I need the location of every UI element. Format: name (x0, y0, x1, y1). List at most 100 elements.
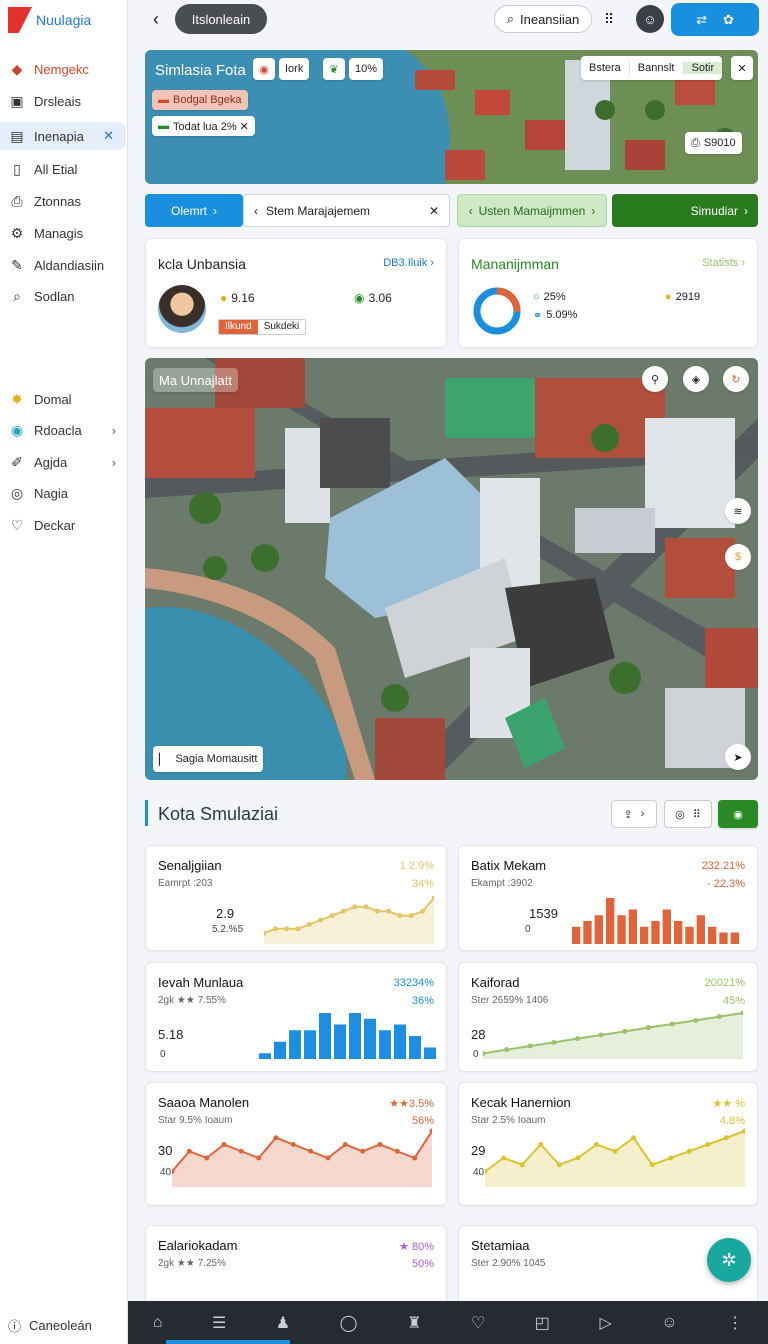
sidebar-item-aldandiasiin[interactable]: ✎ Aldandiasiin (0, 251, 126, 279)
sidebar-item-all-etial[interactable]: ▯ All Etial (0, 155, 126, 183)
simulator-button[interactable]: Simudiar › (612, 194, 758, 227)
chat-icon[interactable]: ◰ (535, 1313, 550, 1333)
sidebar-item-nagia[interactable]: ◎ Nagia (0, 479, 126, 507)
share-icon[interactable]: ⇄ (696, 12, 707, 28)
hero-tab[interactable]: Bannslt (630, 62, 684, 74)
sidebar-item-inenapia[interactable]: ▤ Inenapia ✕ (0, 122, 126, 150)
sidebar-item-nemgekc[interactable]: ◆ Nemgekc (0, 55, 126, 83)
card-link[interactable]: DB3.Iluik › (383, 257, 434, 269)
stat-card[interactable]: Ievah Munlaua 2gk ★★ 7.55% 33234% 36% 5.18 0 (145, 962, 447, 1072)
target-icon: ◎ (675, 808, 685, 821)
chart-point (340, 908, 346, 914)
brand[interactable]: Nuulagia (8, 6, 91, 34)
tab-stem[interactable]: ‹ Stem Marajajemem ✕ (243, 194, 450, 227)
hero-tag-green[interactable]: ▬ Todat lua 2% ✕ (152, 116, 255, 136)
metric: ⚭ 5.09% (533, 309, 577, 322)
share-button[interactable]: ⇪ › (611, 800, 657, 828)
steps-icon[interactable]: ≋ (725, 498, 751, 524)
chevron-left-icon: ‹ (254, 203, 258, 218)
more-icon: ⠿ (692, 808, 701, 821)
pin-icon[interactable]: ⚲ (642, 366, 668, 392)
profile-icon[interactable]: ☺ (661, 1314, 677, 1332)
card-link[interactable]: Statists › (702, 257, 745, 269)
breadcrumb[interactable]: Itslonleain (175, 4, 267, 34)
hero-tag-red[interactable]: ▬ Bodgal Bgeka (152, 90, 248, 110)
stat-chart (172, 1128, 432, 1187)
chart-bar (289, 1030, 301, 1059)
hero-tab[interactable]: Bstera (581, 62, 630, 74)
sidebar-footer[interactable]: ⓘ Caneoleán (8, 1316, 92, 1335)
sidebar-item-label: Agjda (34, 454, 68, 470)
view-button[interactable]: ◎ ⠿ (664, 800, 712, 828)
close-icon[interactable]: ✕ (429, 204, 439, 218)
city-map[interactable]: Ma Unnajlatt ⚲ ◈ ↻ ≋ $ ➤ ▏ Sagia Momausit… (145, 358, 758, 780)
navigate-icon[interactable]: ➤ (725, 744, 751, 770)
tag[interactable]: Sukdeki (258, 320, 306, 334)
tab-usten[interactable]: ‹ Usten Mamaijmmen › (457, 194, 607, 227)
map-title: Ma Unnajlatt (153, 368, 238, 392)
stat-title: Ealariokadam (158, 1238, 238, 1253)
tag-group[interactable]: Ilkund Sukdeki (218, 319, 307, 335)
avatar[interactable]: ☺ (636, 5, 664, 33)
sidebar-item-sodlan[interactable]: ⌕ Sodlan (0, 282, 126, 310)
chart-bar (640, 926, 649, 944)
sidebar-item-managis[interactable]: ⚙ Managis (0, 219, 126, 247)
search-box[interactable]: ⌕ Ineansiian (494, 5, 592, 33)
stat-card[interactable]: Ealariokadam 2gk ★★ 7.25% ★ 80% 50% (145, 1225, 447, 1305)
stat-chart (483, 1010, 743, 1059)
hero-badge[interactable]: ⎙ S9010 (685, 132, 742, 154)
quick-actions[interactable]: ⇄ ✿ (671, 3, 759, 36)
sidebar-item-agjda[interactable]: ✐ Agjda › (0, 448, 126, 476)
menu-icon[interactable]: ☰ (212, 1313, 226, 1333)
home-icon[interactable]: ⌂ (153, 1314, 163, 1332)
hero-chip-percent[interactable]: 10% (349, 58, 384, 80)
sidebar-item-drsleais[interactable]: ▣ Drsleais (0, 87, 126, 115)
chart-bar (379, 1030, 391, 1059)
user-icon[interactable]: ♟ (276, 1313, 290, 1333)
hero-tab[interactable]: Sotir (683, 62, 723, 74)
fab-action-button[interactable]: ✲ (707, 1238, 751, 1282)
back-button[interactable]: ‹ (146, 8, 166, 30)
chevron-right-icon: › (744, 203, 748, 218)
chart-bar (606, 898, 615, 944)
hero-chip-iork[interactable]: Iork (279, 58, 310, 80)
bell-icon[interactable]: ♜ (407, 1313, 421, 1333)
tab-olemrt[interactable]: Olemrt › (145, 194, 243, 227)
stat-card[interactable]: Senaljgiian Eamrpt :203 1 2.9% 34% 2.9 5.2.%5 (145, 845, 447, 951)
stat-card[interactable]: Saaoa Manolen Star 9.5% Ioaum ★★3.5% 56% 30 4… (145, 1082, 447, 1206)
sidebar-item-ztonnas[interactable]: ⎙ Ztonnas (0, 187, 126, 215)
stat-card[interactable]: Kaiforad Ster 2659% 1406 20021% 45% 28 0 (458, 962, 758, 1072)
search-input[interactable]: Ineansiian (520, 12, 579, 27)
chart-bar (685, 926, 694, 944)
money-icon[interactable]: $ (725, 544, 751, 570)
circle-icon[interactable]: ◯ (340, 1313, 358, 1333)
tag[interactable]: Ilkund (219, 320, 258, 334)
record-icon[interactable]: ◉ (253, 58, 275, 80)
close-icon[interactable]: ✕ (731, 56, 753, 80)
chart-point (284, 926, 290, 932)
metric: ○ 25% (533, 291, 566, 303)
refresh-icon[interactable]: ↻ (723, 366, 749, 392)
apps-icon[interactable]: ⠿ (598, 8, 620, 30)
more-icon[interactable]: ⋮ (727, 1313, 743, 1333)
sidebar-item-deckar[interactable]: ♡ Deckar (0, 511, 126, 539)
eye-button[interactable]: ◉ (718, 800, 758, 828)
chart-point (186, 1148, 192, 1154)
settings-icon[interactable]: ✿ (723, 12, 734, 28)
layers-icon[interactable]: ◈ (683, 366, 709, 392)
stat-card[interactable]: Kecak Hanernion Star 2.5% Ioaum ★★ % 4.8% 29… (458, 1082, 758, 1206)
sidebar-item-domal[interactable]: ✸ Domal (0, 385, 126, 413)
sidebar-item-rdoacla[interactable]: ◉ Rdoacla › (0, 416, 126, 444)
chart-point (527, 1043, 533, 1049)
print-icon: ⎙ (691, 136, 700, 149)
chart-point (551, 1039, 557, 1045)
active-tab-indicator (166, 1340, 290, 1344)
bottom-bar: ⌂ ☰ ♟ ◯ ♜ ♡ ◰ ▷ ☺ ⋮ (128, 1301, 768, 1344)
close-icon[interactable]: ✕ (103, 128, 114, 144)
chart-bar (730, 932, 739, 944)
leaf-icon[interactable]: ❦ (323, 58, 345, 80)
play-icon[interactable]: ▷ (599, 1313, 611, 1333)
heart-icon[interactable]: ♡ (471, 1313, 485, 1333)
stat-card[interactable]: Batix Mekam Ekampt :3902 232.21% - 22.3% 153… (458, 845, 758, 951)
map-footer[interactable]: ▏ Sagia Momausitt (153, 746, 264, 772)
